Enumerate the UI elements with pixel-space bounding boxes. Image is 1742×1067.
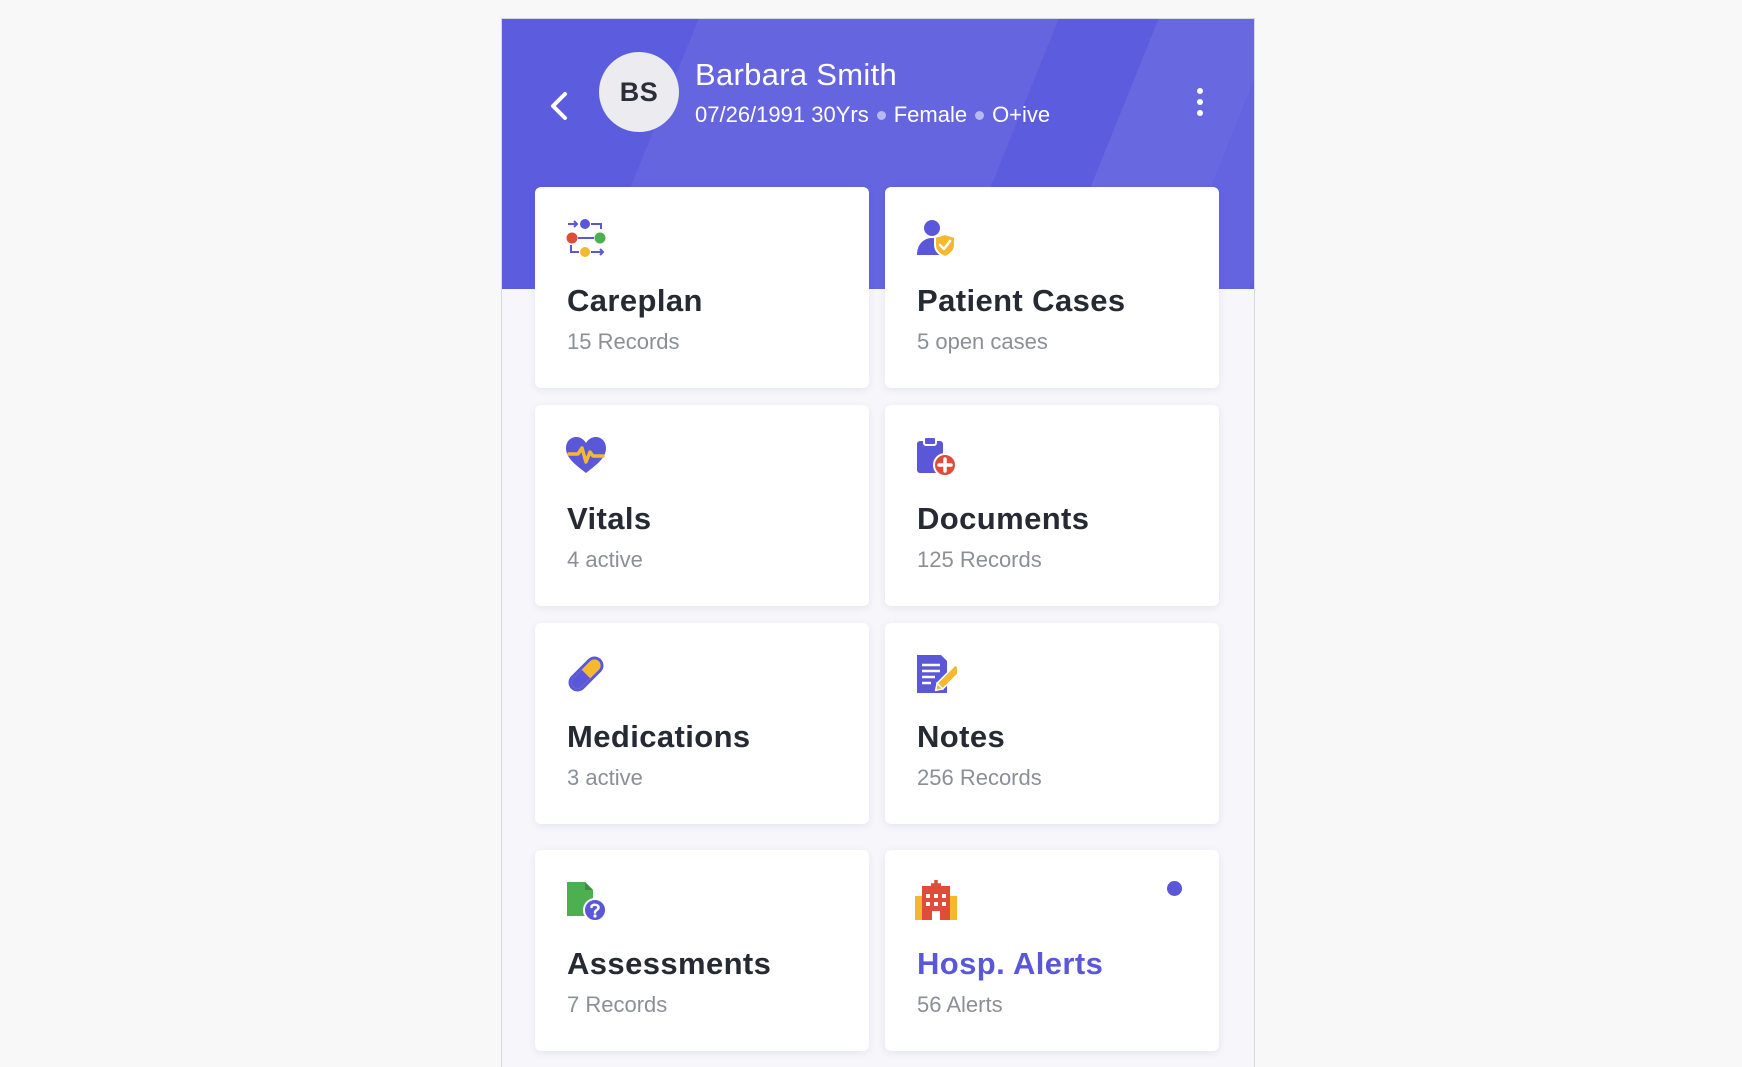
- avatar: BS: [599, 52, 679, 132]
- card-subtitle: 125 Records: [917, 547, 1042, 572]
- patient-cases-card[interactable]: Patient Cases 5 open cases: [885, 187, 1219, 388]
- document-question-icon: [567, 882, 607, 922]
- card-subtitle: 256 Records: [917, 765, 1042, 790]
- separator-dot: [975, 110, 985, 120]
- patient-name: Barbara Smith: [695, 57, 898, 92]
- patient-dob-age: 07/26/1991 30Yrs: [695, 102, 869, 127]
- card-title: Vitals: [567, 501, 652, 536]
- card-subtitle: 5 open cases: [917, 329, 1048, 354]
- card-subtitle: 56 Alerts: [917, 992, 1003, 1017]
- patient-gender: Female: [893, 102, 968, 127]
- patient-blood-type: O+ive: [992, 102, 1051, 127]
- card-title: Notes: [917, 719, 1006, 754]
- careplan-card[interactable]: Careplan 15 Records: [535, 187, 869, 388]
- card-subtitle: 15 Records: [567, 329, 680, 354]
- card-title: Hosp. Alerts: [917, 946, 1104, 981]
- more-dots-icon-dot: [1197, 110, 1203, 116]
- patient-details: 07/26/1991 30Yrs Female O+ive: [695, 102, 1050, 128]
- card-title: Assessments: [567, 946, 772, 981]
- card-title: Documents: [917, 501, 1090, 536]
- medications-card[interactable]: Medications 3 active: [535, 623, 869, 824]
- card-subtitle: 7 Records: [567, 992, 668, 1017]
- more-dots-icon: [1197, 88, 1203, 94]
- assessments-card[interactable]: Assessments 7 Records: [535, 850, 869, 1051]
- card-subtitle: 3 active: [567, 765, 643, 790]
- unread-indicator: [1167, 881, 1182, 896]
- careplan-flow-icon: [566, 219, 606, 257]
- documents-card[interactable]: Documents 125 Records: [885, 405, 1219, 606]
- card-title: Careplan: [567, 283, 703, 318]
- notes-card[interactable]: Notes 256 Records: [885, 623, 1219, 824]
- hospital-building-icon: [915, 880, 957, 920]
- note-pencil-icon: [917, 655, 957, 693]
- patient-shield-icon: [917, 220, 956, 259]
- patient-dashboard: BS Barbara Smith 07/26/1991 30Yrs Female…: [501, 18, 1255, 1067]
- chevron-left-icon: [551, 92, 567, 120]
- more-dots-icon-dot: [1197, 99, 1203, 105]
- heart-pulse-icon: [566, 437, 606, 473]
- more-options-button[interactable]: [1182, 77, 1218, 127]
- pill-capsule-icon: [568, 656, 604, 692]
- separator-dot: [876, 110, 886, 120]
- back-button[interactable]: [540, 86, 580, 126]
- clipboard-plus-icon: [917, 436, 957, 477]
- vitals-card[interactable]: Vitals 4 active: [535, 405, 869, 606]
- card-subtitle: 4 active: [567, 547, 643, 572]
- hospital-alerts-card[interactable]: Hosp. Alerts 56 Alerts: [885, 850, 1219, 1051]
- card-title: Patient Cases: [917, 283, 1126, 318]
- card-title: Medications: [567, 719, 751, 754]
